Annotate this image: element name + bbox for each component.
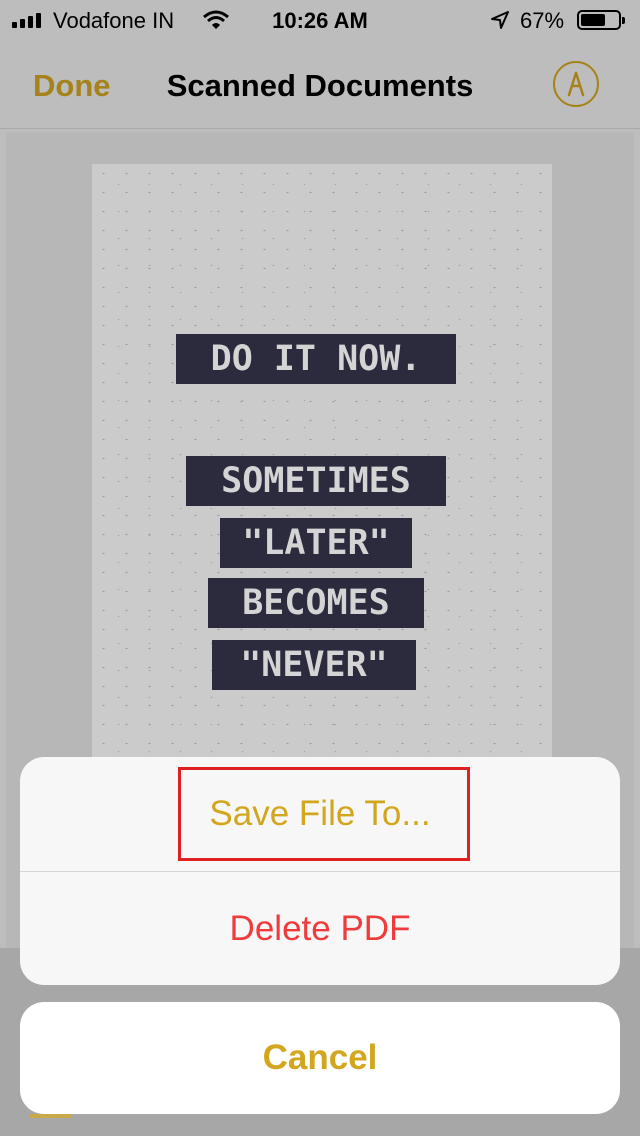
- battery-icon: [577, 10, 625, 30]
- location-arrow-icon: [490, 10, 510, 36]
- battery-level: [581, 14, 606, 26]
- action-sheet: Save File To... Delete PDF: [20, 757, 620, 985]
- delete-pdf-button[interactable]: Delete PDF: [20, 871, 620, 985]
- page-title: Scanned Documents: [166, 68, 474, 103]
- toolbar-icon: [30, 1114, 72, 1118]
- poster-text-line: SOMETIMES: [186, 456, 446, 506]
- save-file-to-button[interactable]: Save File To...: [20, 757, 620, 871]
- battery-percent: 67%: [520, 8, 565, 33]
- poster-text-line: DO IT NOW.: [176, 334, 456, 384]
- scanned-page: DO IT NOW. SOMETIMES "LATER" BECOMES "NE…: [92, 164, 552, 764]
- poster-text-line: "LATER": [220, 518, 412, 568]
- poster-text-line: "NEVER": [212, 640, 416, 690]
- status-bar: Vodafone IN 10:26 AM 67%: [0, 0, 640, 42]
- markup-pen-icon[interactable]: [553, 61, 599, 107]
- cancel-button[interactable]: Cancel: [20, 1002, 620, 1114]
- nav-bar: Done Scanned Documents: [0, 42, 640, 129]
- poster-text-line: BECOMES: [208, 578, 424, 628]
